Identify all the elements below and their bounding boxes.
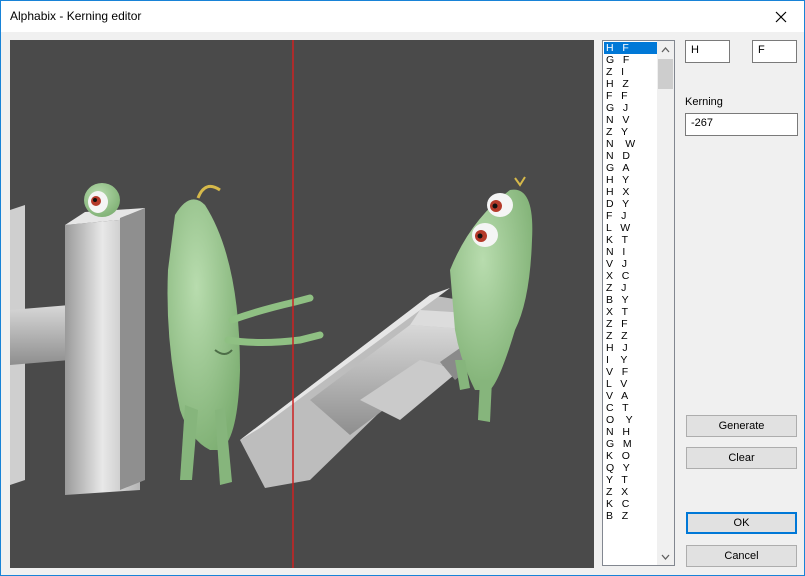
eyeball-creature: [84, 183, 120, 217]
pair-list-item[interactable]: G F: [604, 54, 658, 66]
pair-list-item[interactable]: K O: [604, 450, 658, 462]
pair-list-item[interactable]: Z Y: [604, 126, 658, 138]
pair-list-item[interactable]: V A: [604, 390, 658, 402]
pair-list-item[interactable]: X C: [604, 270, 658, 282]
pair-list-item[interactable]: H X: [604, 186, 658, 198]
preview-render: [10, 40, 533, 568]
two-eyed-creature: [450, 176, 533, 422]
pair-list-item[interactable]: G A: [604, 162, 658, 174]
pair-list-item[interactable]: Z F: [604, 318, 658, 330]
pair-list-item[interactable]: N V: [604, 114, 658, 126]
generate-button[interactable]: Generate: [686, 415, 797, 437]
kerning-editor-window: Alphabix - Kerning editor H F G F Z I H …: [0, 0, 805, 576]
pair-list-item[interactable]: G M: [604, 438, 658, 450]
scroll-down-button[interactable]: [657, 548, 674, 565]
pair-list-item[interactable]: Z J: [604, 282, 658, 294]
pair-list-item[interactable]: F J: [604, 210, 658, 222]
pair-list-item[interactable]: B Z: [604, 510, 658, 522]
pair-list-item[interactable]: H Z: [604, 78, 658, 90]
pair-list-item[interactable]: N D: [604, 150, 658, 162]
letter-h-model: [10, 205, 145, 495]
pair-list-item[interactable]: K T: [604, 234, 658, 246]
pair-list-items: H FG FZ IH ZF FG JN VZ YN WN DG AH YH XD…: [604, 42, 658, 522]
kerning-value-field[interactable]: -267: [685, 113, 798, 136]
pair-list-item[interactable]: V F: [604, 366, 658, 378]
left-char-field[interactable]: H: [685, 40, 730, 63]
pair-list-item[interactable]: Q Y: [604, 462, 658, 474]
scroll-thumb[interactable]: [658, 59, 673, 89]
right-char-field[interactable]: F: [752, 40, 797, 63]
pair-list-item[interactable]: F F: [604, 90, 658, 102]
window-title: Alphabix - Kerning editor: [10, 9, 142, 23]
pair-list-item[interactable]: I Y: [604, 354, 658, 366]
pair-list-item[interactable]: Z X: [604, 486, 658, 498]
pair-list-item[interactable]: H J: [604, 342, 658, 354]
pair-list-item[interactable]: K C: [604, 498, 658, 510]
ok-button[interactable]: OK: [686, 512, 797, 534]
pair-list-item[interactable]: N H: [604, 426, 658, 438]
pair-list-item[interactable]: G J: [604, 102, 658, 114]
pair-list-item[interactable]: Y T: [604, 474, 658, 486]
close-button[interactable]: [758, 1, 804, 32]
list-scrollbar[interactable]: [657, 41, 674, 565]
pair-list-item[interactable]: L W: [604, 222, 658, 234]
pair-list-item[interactable]: X T: [604, 306, 658, 318]
pair-list-item[interactable]: H F: [604, 42, 658, 54]
pair-list-item[interactable]: N W: [604, 138, 658, 150]
title-bar: Alphabix - Kerning editor: [1, 1, 804, 32]
kerning-label: Kerning: [685, 96, 723, 108]
close-icon: [775, 11, 787, 22]
pair-list-item[interactable]: H Y: [604, 174, 658, 186]
cancel-button[interactable]: Cancel: [686, 545, 797, 567]
pair-list-item[interactable]: Z I: [604, 66, 658, 78]
chevron-up-icon: [661, 46, 670, 52]
pair-list-item[interactable]: Z Z: [604, 330, 658, 342]
pair-list-item[interactable]: N I: [604, 246, 658, 258]
kerning-pair-list[interactable]: H FG FZ IH ZF FG JN VZ YN WN DG AH YH XD…: [602, 40, 675, 566]
pair-list-item[interactable]: D Y: [604, 198, 658, 210]
chevron-down-icon: [661, 554, 670, 560]
clear-button[interactable]: Clear: [686, 447, 797, 469]
scroll-up-button[interactable]: [657, 41, 674, 58]
pair-list-item[interactable]: V J: [604, 258, 658, 270]
preview-viewport[interactable]: [10, 40, 594, 568]
pair-list-item[interactable]: C T: [604, 402, 658, 414]
pair-list-item[interactable]: B Y: [604, 294, 658, 306]
pair-list-item[interactable]: L V: [604, 378, 658, 390]
pair-list-item[interactable]: O Y: [604, 414, 658, 426]
